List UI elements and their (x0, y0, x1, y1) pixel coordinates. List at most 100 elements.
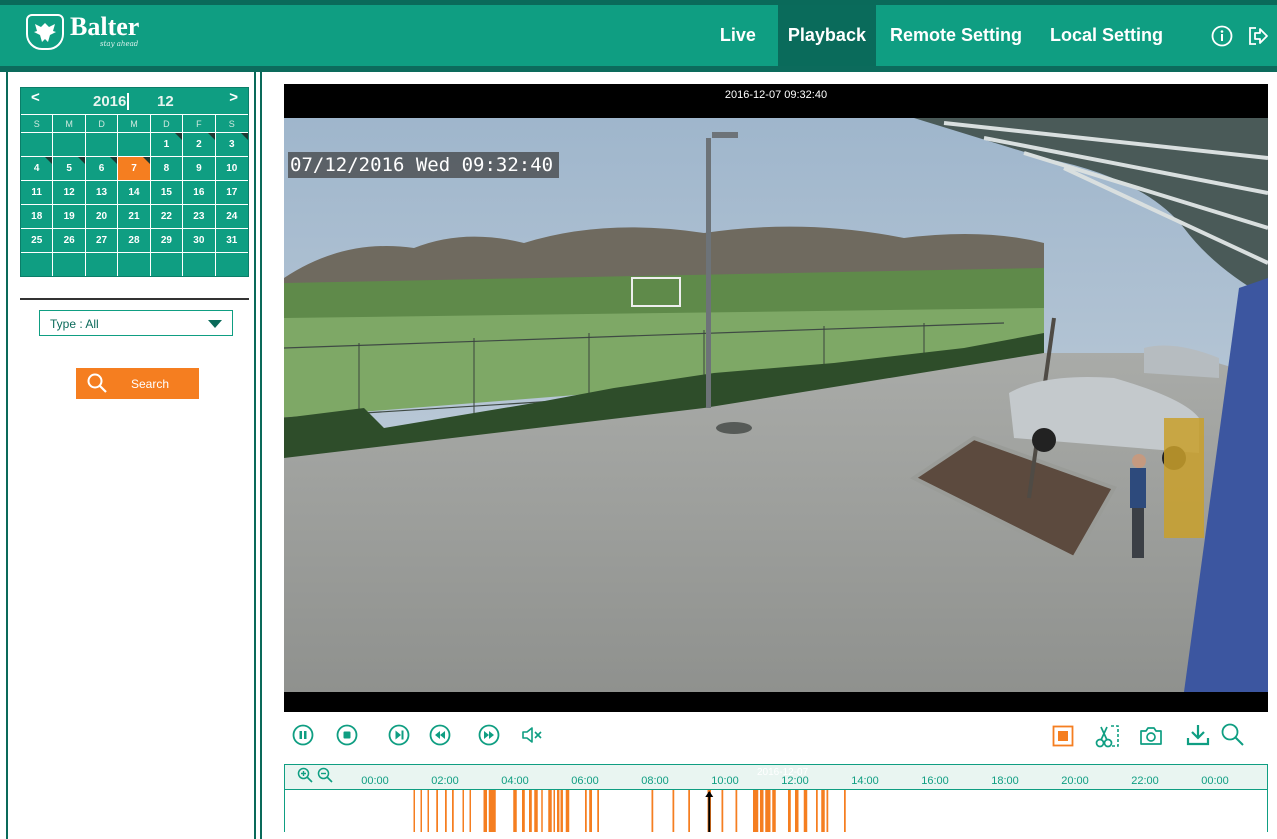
logout-icon[interactable] (1247, 25, 1269, 52)
calendar-day[interactable]: 3 (215, 132, 249, 156)
stop-icon[interactable] (336, 724, 358, 751)
download-icon[interactable] (1185, 722, 1211, 753)
calendar-day[interactable]: 15 (150, 180, 184, 204)
recording-segment[interactable] (534, 790, 538, 832)
recording-segment[interactable] (821, 790, 825, 832)
calendar-day[interactable]: 29 (150, 228, 184, 252)
calendar-day[interactable]: 27 (85, 228, 119, 252)
calendar-day[interactable]: 22 (150, 204, 184, 228)
calendar-day[interactable]: 23 (183, 204, 216, 228)
calendar-day[interactable]: 11 (21, 180, 54, 204)
zoom-out-icon[interactable] (317, 767, 333, 787)
recording-segment[interactable] (469, 790, 472, 832)
timeline[interactable]: 2016-12-07 00:00 02:00 04:00 06:00 08:00 10:0… (284, 764, 1268, 832)
recording-segment[interactable] (772, 790, 776, 832)
nav-remote-setting[interactable]: Remote Setting (876, 5, 1036, 66)
zoom-icon[interactable] (1220, 722, 1246, 753)
recording-segment[interactable] (462, 790, 465, 832)
calendar-day[interactable]: 31 (215, 228, 248, 252)
calendar-day[interactable]: 16 (183, 180, 216, 204)
search-button[interactable]: Search (76, 368, 199, 399)
main-nav: Live Playback Remote Setting Local Setti… (708, 5, 1177, 66)
recording-segment[interactable] (651, 790, 654, 832)
recording-segment[interactable] (585, 790, 587, 832)
calendar-day[interactable]: 17 (215, 180, 248, 204)
recording-segment[interactable] (413, 790, 416, 832)
recording-segment[interactable] (513, 790, 517, 832)
fast-forward-icon[interactable] (478, 724, 500, 751)
calendar-day[interactable]: 14 (118, 180, 151, 204)
calendar-empty-cell (53, 252, 86, 276)
calendar-prev-button[interactable]: < (31, 89, 40, 106)
recording-segment[interactable] (436, 790, 438, 832)
recording-segment[interactable] (688, 790, 690, 832)
calendar-day[interactable]: 9 (183, 156, 216, 180)
recording-segment[interactable] (597, 790, 599, 832)
recording-segment[interactable] (788, 790, 791, 832)
calendar-year[interactable]: 2016 (93, 93, 126, 110)
recording-segment[interactable] (420, 790, 423, 832)
calendar-day[interactable]: 5 (53, 156, 86, 180)
nav-local-setting[interactable]: Local Setting (1036, 5, 1177, 66)
calendar-next-button[interactable]: > (229, 89, 238, 106)
recording-segment[interactable] (795, 790, 799, 832)
calendar-day[interactable]: 28 (118, 228, 151, 252)
calendar-day[interactable]: 6 (85, 156, 119, 180)
calendar-day[interactable]: 25 (21, 228, 54, 252)
recording-segment[interactable] (721, 790, 724, 832)
recording-segment[interactable] (765, 790, 771, 832)
recording-segment[interactable] (488, 790, 496, 832)
calendar-month[interactable]: 12 (157, 93, 174, 110)
video-player[interactable]: 2016-12-07 09:32:40 07/12/2016 Wed 09:32… (284, 84, 1268, 712)
calendar-day[interactable]: 26 (53, 228, 86, 252)
recording-segment[interactable] (565, 790, 570, 832)
recording-segment[interactable] (803, 790, 808, 832)
nav-playback[interactable]: Playback (777, 5, 876, 66)
mute-icon[interactable] (520, 724, 544, 751)
recording-segment[interactable] (589, 790, 592, 832)
recording-segment[interactable] (541, 790, 543, 832)
rewind-icon[interactable] (429, 724, 451, 751)
calendar-day[interactable]: 21 (118, 204, 151, 228)
calendar-day[interactable]: 8 (150, 156, 184, 180)
calendar-day[interactable]: 2 (183, 132, 216, 156)
calendar-day[interactable]: 4 (21, 156, 54, 180)
type-select[interactable]: Type : All (39, 310, 233, 336)
info-icon[interactable] (1211, 25, 1233, 52)
calendar-day[interactable]: 1 (150, 132, 184, 156)
calendar-day[interactable]: 20 (85, 204, 119, 228)
zoom-in-icon[interactable] (297, 767, 313, 787)
recording-segment[interactable] (529, 790, 532, 832)
recording-segment[interactable] (553, 790, 556, 832)
snapshot-icon[interactable] (1138, 724, 1164, 753)
calendar-day[interactable]: 19 (53, 204, 86, 228)
recording-segment[interactable] (452, 790, 454, 832)
clip-icon[interactable] (1094, 723, 1120, 754)
calendar-day[interactable]: 30 (183, 228, 216, 252)
recording-segment[interactable] (483, 790, 488, 832)
calendar-day[interactable]: 10 (215, 156, 248, 180)
step-forward-icon[interactable] (388, 724, 410, 751)
calendar-day[interactable]: 12 (53, 180, 86, 204)
calendar-day[interactable]: 24 (215, 204, 248, 228)
recording-segment[interactable] (826, 790, 829, 832)
recording-segment[interactable] (427, 790, 430, 832)
pause-icon[interactable] (292, 724, 314, 751)
recording-segment[interactable] (735, 790, 738, 832)
recording-segment[interactable] (445, 790, 447, 832)
recording-segment[interactable] (548, 790, 552, 832)
recording-segment[interactable] (816, 790, 818, 832)
calendar-day[interactable]: 18 (21, 204, 54, 228)
calendar-day[interactable]: 7 (118, 156, 151, 180)
recording-segment[interactable] (844, 790, 846, 832)
recording-segment[interactable] (557, 790, 560, 832)
recording-segment[interactable] (672, 790, 675, 832)
nav-live[interactable]: Live (708, 5, 768, 66)
recording-segment[interactable] (522, 790, 525, 832)
recording-segment[interactable] (760, 790, 764, 832)
calendar-day[interactable]: 13 (85, 180, 119, 204)
recording-segment[interactable] (560, 790, 563, 832)
timeline-track[interactable] (285, 790, 1267, 832)
recording-segment[interactable] (753, 790, 759, 832)
record-icon[interactable] (1052, 725, 1074, 752)
